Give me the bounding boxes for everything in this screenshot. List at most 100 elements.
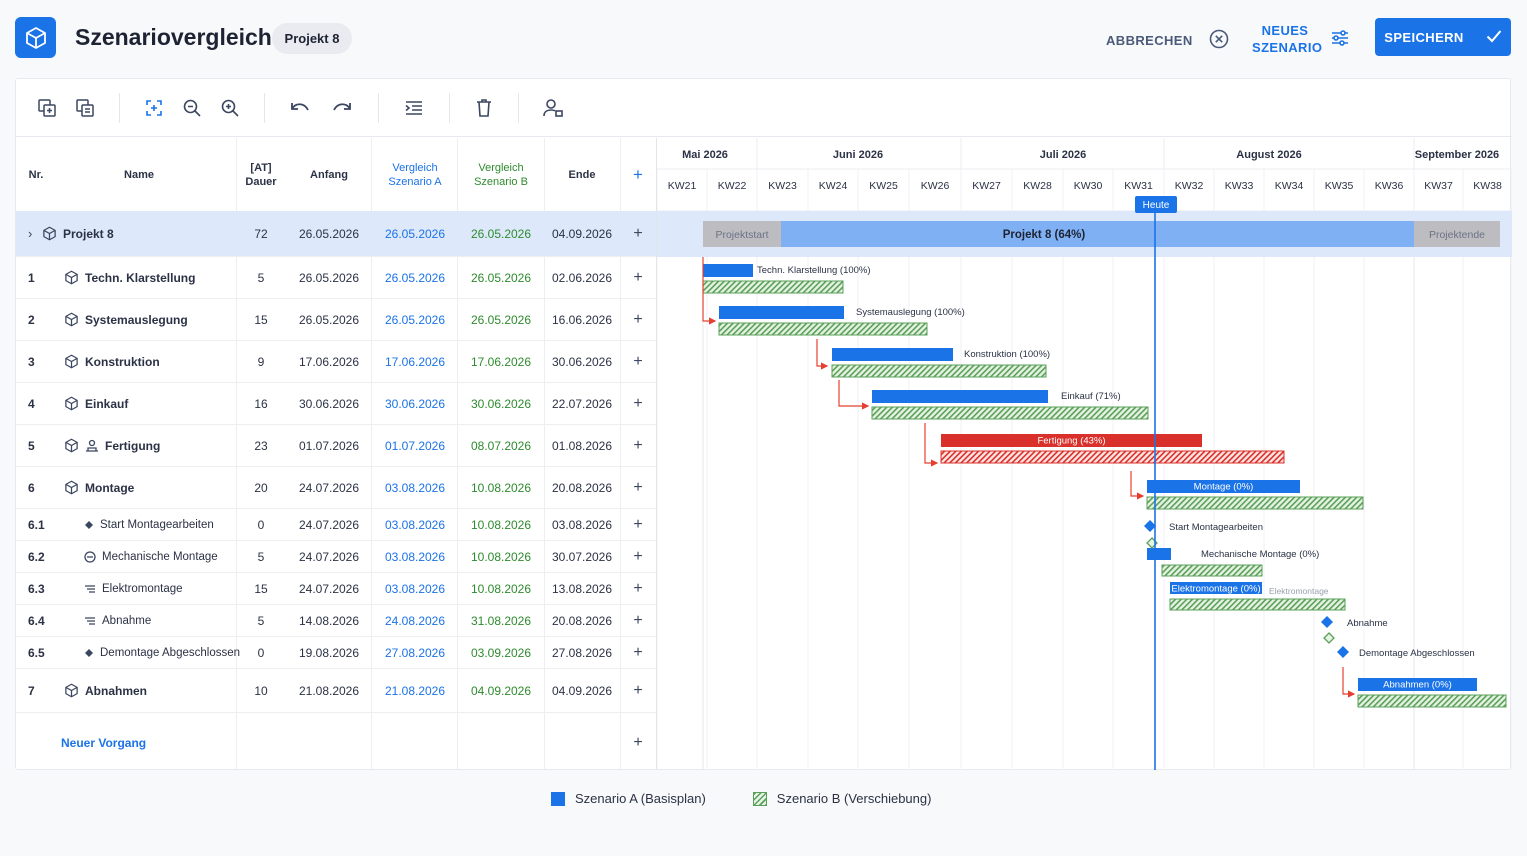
table-row[interactable]: 2 Systemauslegung 15 26.05.2026 26.05.2026 26… xyxy=(16,299,656,341)
add-subtask-button[interactable]: + xyxy=(620,573,656,604)
add-subtask-button[interactable]: + xyxy=(620,637,656,668)
task-duration[interactable]: 16 xyxy=(237,383,285,424)
task-start[interactable]: 24.07.2026 xyxy=(286,541,372,572)
project-bar[interactable] xyxy=(781,221,1414,247)
scenario-b-bar[interactable] xyxy=(702,280,844,294)
task-name-cell[interactable]: Projekt 8 xyxy=(42,211,114,256)
milestone-diamond[interactable] xyxy=(1144,520,1156,532)
task-end[interactable]: 30.07.2026 xyxy=(544,541,620,572)
scenario-b-bar[interactable] xyxy=(940,450,1285,464)
task-duration[interactable]: 0 xyxy=(237,509,285,540)
new-scenario-button[interactable]: NEUES SZENARIO xyxy=(1252,22,1350,56)
scenario-a-bar[interactable] xyxy=(719,306,844,319)
add-subtask-button[interactable]: + xyxy=(620,299,656,340)
task-start[interactable]: 26.05.2026 xyxy=(286,211,372,256)
add-subtask-button[interactable]: + xyxy=(620,541,656,572)
cube-icon[interactable] xyxy=(15,17,56,58)
task-duration[interactable]: 15 xyxy=(237,299,285,340)
task-duration[interactable]: 23 xyxy=(237,425,285,466)
task-start[interactable]: 24.07.2026 xyxy=(286,573,372,604)
task-start[interactable]: 26.05.2026 xyxy=(286,299,372,340)
table-row[interactable]: 6.2 Mechanische Montage 5 24.07.2026 03.08.2… xyxy=(16,541,656,573)
task-name-cell[interactable]: Konstruktion xyxy=(64,341,160,382)
add-subtask-button[interactable]: + xyxy=(620,509,656,540)
milestone-diamond[interactable] xyxy=(1321,616,1333,628)
scenario-b-bar[interactable] xyxy=(871,406,1149,420)
new-task-button[interactable]: Neuer Vorgang xyxy=(61,736,146,750)
task-start[interactable]: 24.07.2026 xyxy=(286,509,372,540)
indent-icon[interactable] xyxy=(402,96,426,120)
add-subtask-button[interactable]: + xyxy=(620,211,656,256)
table-row[interactable]: 1 Techn. Klarstellung 5 26.05.2026 26.05.202… xyxy=(16,257,656,299)
task-name-cell[interactable]: Demontage Abgeschlossen xyxy=(64,637,240,668)
task-name-cell[interactable]: Abnahmen xyxy=(64,669,147,712)
task-duration[interactable]: 0 xyxy=(237,637,285,668)
milestone-diamond[interactable] xyxy=(1337,646,1349,658)
task-duration[interactable]: 72 xyxy=(237,211,285,256)
task-start[interactable]: 14.08.2026 xyxy=(286,605,372,636)
add-subtask-button[interactable]: + xyxy=(620,669,656,712)
task-start[interactable]: 01.07.2026 xyxy=(286,425,372,466)
undo-icon[interactable] xyxy=(288,96,312,120)
scenario-a-bar[interactable] xyxy=(703,264,753,277)
task-start[interactable]: 24.07.2026 xyxy=(286,467,372,508)
add-task-button[interactable]: + xyxy=(620,728,656,758)
add-subtask-button[interactable]: + xyxy=(620,467,656,508)
expand-chevron-icon[interactable]: › xyxy=(28,211,32,256)
add-subtask-button[interactable]: + xyxy=(620,605,656,636)
table-row[interactable]: 6 Montage 20 24.07.2026 03.08.2026 10.08.2026… xyxy=(16,467,656,509)
task-duration[interactable]: 10 xyxy=(237,669,285,712)
table-row[interactable]: 6.1 Start Montagearbeiten 0 24.07.2026 03.08… xyxy=(16,509,656,541)
table-row[interactable]: 4 Einkauf 16 30.06.2026 30.06.2026 30.06.2026… xyxy=(16,383,656,425)
task-name-cell[interactable]: Einkauf xyxy=(64,383,128,424)
task-duration[interactable]: 5 xyxy=(237,541,285,572)
table-row[interactable]: 6.5 Demontage Abgeschlossen 0 19.08.2026 27.… xyxy=(16,637,656,669)
zoom-in-icon[interactable] xyxy=(218,96,242,120)
task-name-cell[interactable]: Start Montagearbeiten xyxy=(64,509,214,540)
fit-screen-icon[interactable] xyxy=(142,96,166,120)
task-end[interactable]: 04.09.2026 xyxy=(544,211,620,256)
table-row[interactable]: 7 Abnahmen 10 21.08.2026 21.08.2026 04.09.202… xyxy=(16,669,656,713)
scenario-a-bar[interactable] xyxy=(1147,548,1171,560)
table-row[interactable]: 6.3 Elektromontage 15 24.07.2026 03.08.2026 1… xyxy=(16,573,656,605)
task-end[interactable]: 13.08.2026 xyxy=(544,573,620,604)
add-column-button[interactable]: + xyxy=(620,138,656,211)
save-button[interactable]: SPEICHERN xyxy=(1375,18,1511,56)
add-subtask-button[interactable]: + xyxy=(620,257,656,298)
milestone-diamond-b[interactable] xyxy=(1323,632,1335,644)
paste-icon[interactable] xyxy=(73,96,97,120)
task-end[interactable]: 27.08.2026 xyxy=(544,637,620,668)
task-start[interactable]: 21.08.2026 xyxy=(286,669,372,712)
task-end[interactable]: 20.08.2026 xyxy=(544,467,620,508)
task-duration[interactable]: 9 xyxy=(237,341,285,382)
add-subtask-button[interactable]: + xyxy=(620,425,656,466)
scenario-b-bar[interactable] xyxy=(1357,694,1507,708)
task-end[interactable]: 16.06.2026 xyxy=(544,299,620,340)
task-duration[interactable]: 15 xyxy=(237,573,285,604)
task-end[interactable]: 03.08.2026 xyxy=(544,509,620,540)
table-row[interactable]: 3 Konstruktion 9 17.06.2026 17.06.2026 17.06.… xyxy=(16,341,656,383)
task-start[interactable]: 19.08.2026 xyxy=(286,637,372,668)
task-name-cell[interactable]: Fertigung xyxy=(64,425,160,466)
task-start[interactable]: 30.06.2026 xyxy=(286,383,372,424)
task-name-cell[interactable]: Techn. Klarstellung xyxy=(64,257,195,298)
task-name-cell[interactable]: Abnahme xyxy=(64,605,151,636)
add-subtask-button[interactable]: + xyxy=(620,383,656,424)
project-badge[interactable]: Projekt 8 xyxy=(272,23,352,54)
task-end[interactable]: 02.06.2026 xyxy=(544,257,620,298)
task-start[interactable]: 17.06.2026 xyxy=(286,341,372,382)
redo-icon[interactable] xyxy=(330,96,354,120)
task-end[interactable]: 30.06.2026 xyxy=(544,341,620,382)
task-duration[interactable]: 5 xyxy=(237,257,285,298)
task-duration[interactable]: 20 xyxy=(237,467,285,508)
cancel-button[interactable]: ABBRECHEN xyxy=(1106,28,1229,52)
task-duration[interactable]: 5 xyxy=(237,605,285,636)
scenario-a-bar[interactable] xyxy=(872,390,1048,403)
scenario-a-bar[interactable] xyxy=(832,348,953,361)
delete-icon[interactable] xyxy=(472,96,496,120)
scenario-b-bar[interactable] xyxy=(831,364,1047,378)
task-start[interactable]: 26.05.2026 xyxy=(286,257,372,298)
copy-icon[interactable] xyxy=(35,96,59,120)
assign-resource-icon[interactable] xyxy=(541,96,565,120)
task-name-cell[interactable]: Montage xyxy=(64,467,134,508)
